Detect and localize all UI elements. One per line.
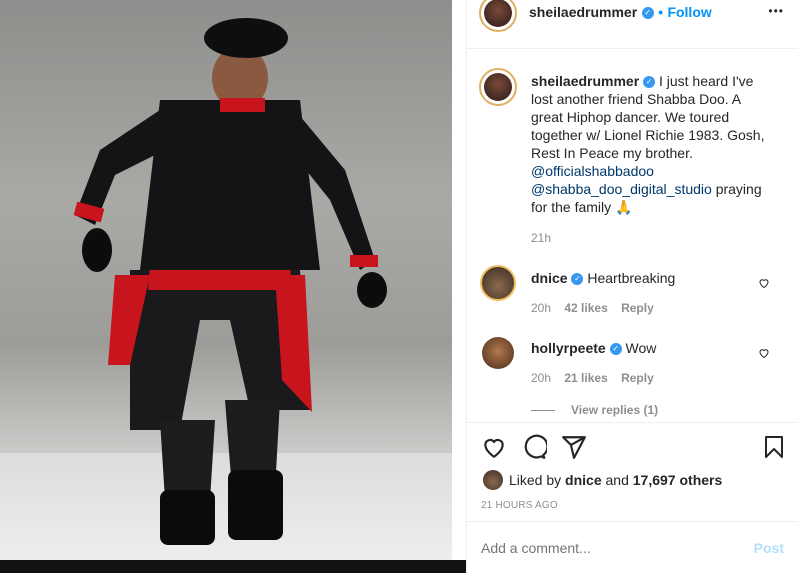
caption: sheilaedrummer ✓ I just heard I've lost …	[531, 72, 791, 216]
photo-bottom-bar	[0, 560, 466, 573]
post-header: sheilaedrummer ✓ • Follow •••	[467, 0, 798, 49]
add-comment-input[interactable]	[479, 536, 733, 560]
post-panel: sheilaedrummer ✓ • Follow ••• sheilaedru…	[467, 0, 798, 573]
heart-icon[interactable]	[758, 347, 770, 359]
actions-divider	[467, 422, 798, 423]
bookmark-icon[interactable]	[762, 434, 786, 460]
reply-button[interactable]: Reply	[621, 371, 654, 385]
caption-line: I just heard I've	[658, 73, 754, 89]
add-comment-bar: Post	[467, 521, 798, 574]
dancer-figure	[73, 18, 387, 545]
commenter-avatar[interactable]	[480, 265, 516, 301]
caption-username[interactable]: sheilaedrummer	[531, 73, 639, 89]
more-icon[interactable]: •••	[768, 4, 784, 18]
caption-line: lost another friend Shabba Doo. A	[531, 91, 742, 107]
comment-text: Heartbreaking	[587, 270, 676, 286]
comment-username[interactable]: dnice	[531, 270, 568, 286]
liker-avatar[interactable]	[483, 470, 503, 490]
liker-username[interactable]: dnice	[565, 472, 602, 488]
heart-icon[interactable]	[481, 434, 507, 460]
comment-likes[interactable]: 21 likes	[564, 371, 607, 385]
likes-summary: Liked by dnice and 17,697 others	[509, 471, 722, 489]
liked-prefix: Liked by	[509, 472, 562, 488]
verified-icon: ✓	[641, 6, 654, 19]
post-timestamp[interactable]: 21 HOURS AGO	[481, 500, 558, 511]
mention-link[interactable]: @shabba_doo_digital_studio	[531, 181, 712, 197]
commenter-avatar[interactable]	[482, 337, 514, 369]
verified-icon: ✓	[643, 76, 656, 89]
share-icon[interactable]	[561, 434, 587, 460]
caption-avatar[interactable]	[479, 68, 517, 106]
post-photo[interactable]	[0, 0, 452, 573]
view-replies-button[interactable]: View replies (1)	[571, 403, 658, 417]
view-replies-line	[531, 410, 555, 411]
comment-meta: 20h 21 likes Reply	[531, 371, 654, 385]
likes-count[interactable]: 17,697 others	[633, 472, 723, 488]
heart-icon[interactable]	[758, 277, 770, 289]
mention-link[interactable]: @officialshabbadoo	[531, 163, 654, 179]
caption-time[interactable]: 21h	[531, 231, 551, 245]
comment: hollyrpeete ✓ Wow	[531, 339, 656, 357]
verified-icon: ✓	[571, 273, 584, 286]
caption-line: praying	[715, 181, 762, 197]
comment-likes[interactable]: 42 likes	[564, 301, 607, 315]
comment: dnice ✓ Heartbreaking	[531, 269, 675, 287]
comment-username[interactable]: hollyrpeete	[531, 340, 606, 356]
author-avatar[interactable]	[479, 0, 517, 32]
follow-separator: •	[658, 4, 663, 20]
post-comment-button[interactable]: Post	[754, 540, 784, 556]
comment-icon[interactable]	[521, 434, 547, 460]
follow-button[interactable]: Follow	[667, 4, 711, 20]
caption-line: Rest In Peace my brother.	[531, 145, 693, 161]
comment-meta: 20h 42 likes Reply	[531, 301, 654, 315]
liked-and: and	[605, 472, 629, 488]
comment-time[interactable]: 20h	[531, 371, 551, 385]
pray-emoji: 🙏	[615, 199, 633, 215]
caption-line: for the family	[531, 199, 612, 215]
comment-text: Wow	[625, 340, 657, 356]
author-username[interactable]: sheilaedrummer	[529, 4, 637, 20]
caption-line: together w/ Lionel Richie 1983. Gosh,	[531, 127, 765, 143]
comment-time[interactable]: 20h	[531, 301, 551, 315]
verified-icon: ✓	[609, 343, 622, 356]
caption-line: great Hiphop dancer. We toured	[531, 109, 730, 125]
reply-button[interactable]: Reply	[621, 301, 654, 315]
